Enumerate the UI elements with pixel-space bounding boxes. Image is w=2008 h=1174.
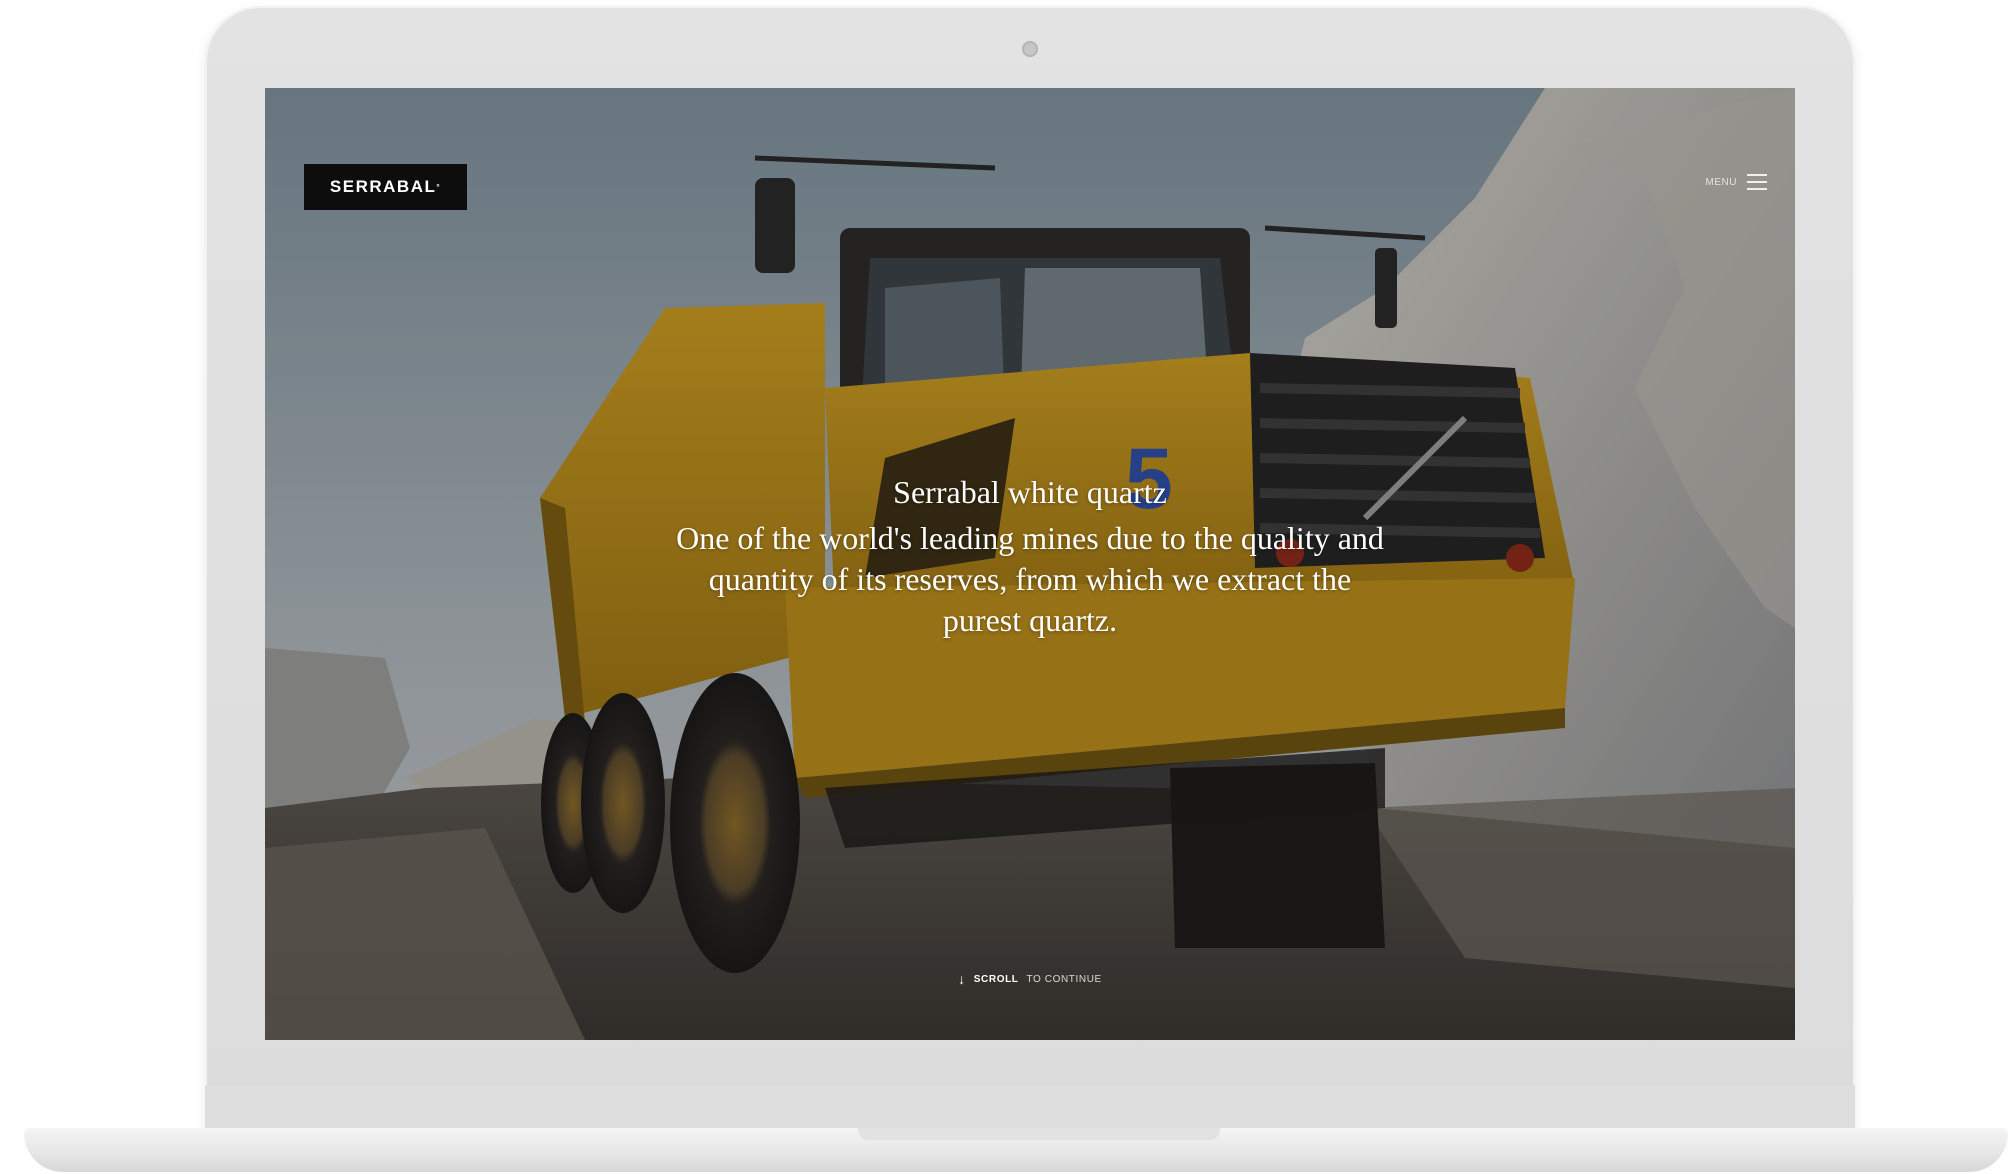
logo-text: SERRABAL — [329, 177, 437, 196]
menu-button[interactable]: MENU — [1706, 174, 1767, 190]
camera-icon — [1022, 41, 1038, 57]
serrabal-logo[interactable]: SERRABAL ° — [304, 164, 467, 210]
hamburger-icon — [1747, 174, 1767, 190]
hero-body: One of the world's leading mines due to … — [676, 520, 1384, 638]
device-mockup: 5 SERRABAL ° MENU Serrabal white quartz … — [0, 0, 2008, 1174]
scroll-to-continue[interactable]: ↓ SCROLL TO CONTINUE — [265, 972, 1795, 986]
arrow-down-icon: ↓ — [958, 971, 966, 987]
website-screen: 5 SERRABAL ° MENU Serrabal white quartz … — [265, 88, 1795, 1040]
scroll-sublabel: TO CONTINUE — [1026, 973, 1102, 985]
logo-mark: ° — [436, 182, 442, 192]
scroll-label: SCROLL — [973, 973, 1019, 985]
laptop-base-notch — [858, 1128, 1220, 1140]
menu-label: MENU — [1705, 176, 1737, 188]
hero-title: Serrabal white quartz — [893, 474, 1167, 510]
hero-text: Serrabal white quartz One of the world's… — [265, 472, 1795, 641]
